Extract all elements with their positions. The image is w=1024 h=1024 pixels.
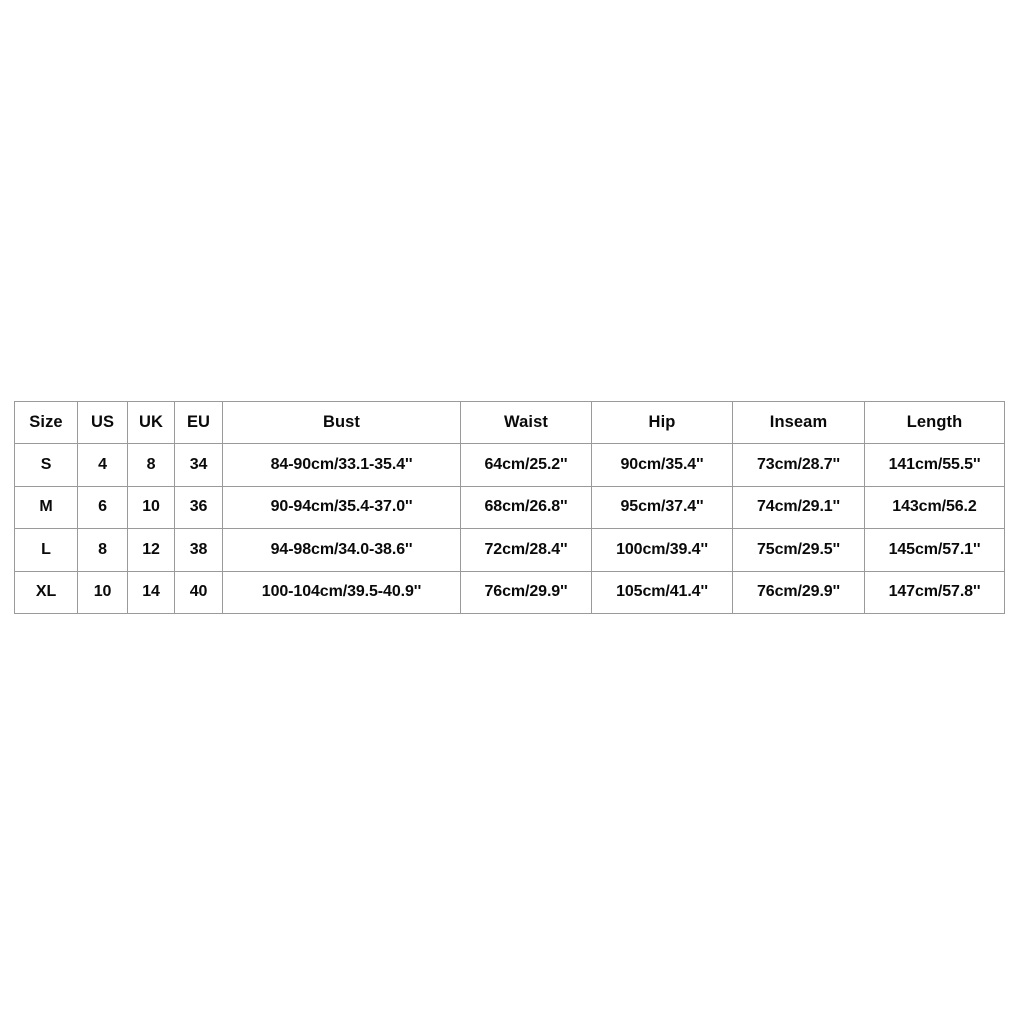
table-row: L 8 12 38 94-98cm/34.0-38.6'' 72cm/28.4'… [14,528,1005,572]
cell-waist: 64cm/25.2'' [460,443,592,487]
column-header-uk: UK [127,401,175,444]
table-row: XL 10 14 40 100-104cm/39.5-40.9'' 76cm/2… [14,570,1005,614]
table-header: Size US UK EU Bust Waist Hip Inseam Leng… [14,401,1005,444]
cell-eu: 34 [174,443,223,487]
column-header-bust: Bust [222,401,461,444]
cell-length: 147cm/57.8'' [864,570,1005,614]
cell-size: M [14,485,78,529]
cell-inseam: 73cm/28.7'' [732,443,865,487]
cell-eu: 38 [174,528,223,572]
table-body: S 4 8 34 84-90cm/33.1-35.4'' 64cm/25.2''… [14,443,1005,614]
cell-us: 8 [77,528,128,572]
cell-hip: 90cm/35.4'' [591,443,733,487]
cell-bust: 90-94cm/35.4-37.0'' [222,485,461,529]
cell-bust: 84-90cm/33.1-35.4'' [222,443,461,487]
cell-size: S [14,443,78,487]
column-header-size: Size [14,401,78,444]
cell-us: 10 [77,570,128,614]
table-header-row: Size US UK EU Bust Waist Hip Inseam Leng… [14,401,1005,444]
table-row: M 6 10 36 90-94cm/35.4-37.0'' 68cm/26.8'… [14,485,1005,529]
cell-uk: 10 [127,485,175,529]
cell-waist: 72cm/28.4'' [460,528,592,572]
column-header-length: Length [864,401,1005,444]
cell-uk: 8 [127,443,175,487]
cell-hip: 95cm/37.4'' [591,485,733,529]
cell-length: 141cm/55.5'' [864,443,1005,487]
size-chart-container: Size US UK EU Bust Waist Hip Inseam Leng… [14,401,1005,614]
cell-us: 4 [77,443,128,487]
cell-length: 143cm/56.2 [864,485,1005,529]
cell-inseam: 76cm/29.9'' [732,570,865,614]
column-header-waist: Waist [460,401,592,444]
column-header-eu: EU [174,401,223,444]
column-header-hip: Hip [591,401,733,444]
cell-eu: 40 [174,570,223,614]
cell-uk: 14 [127,570,175,614]
column-header-inseam: Inseam [732,401,865,444]
cell-inseam: 75cm/29.5'' [732,528,865,572]
cell-eu: 36 [174,485,223,529]
size-chart-table: Size US UK EU Bust Waist Hip Inseam Leng… [14,401,1005,614]
cell-waist: 76cm/29.9'' [460,570,592,614]
cell-bust: 94-98cm/34.0-38.6'' [222,528,461,572]
column-header-us: US [77,401,128,444]
cell-inseam: 74cm/29.1'' [732,485,865,529]
cell-us: 6 [77,485,128,529]
table-row: S 4 8 34 84-90cm/33.1-35.4'' 64cm/25.2''… [14,443,1005,487]
cell-hip: 105cm/41.4'' [591,570,733,614]
cell-hip: 100cm/39.4'' [591,528,733,572]
cell-size: L [14,528,78,572]
cell-uk: 12 [127,528,175,572]
cell-length: 145cm/57.1'' [864,528,1005,572]
cell-bust: 100-104cm/39.5-40.9'' [222,570,461,614]
cell-size: XL [14,570,78,614]
cell-waist: 68cm/26.8'' [460,485,592,529]
